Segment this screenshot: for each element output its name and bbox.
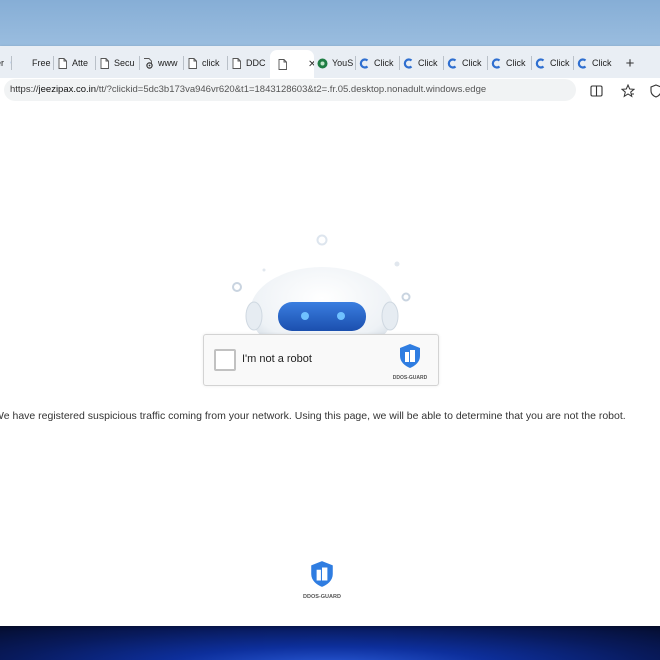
- tab-4[interactable]: Secu: [98, 52, 140, 74]
- browser-window: er Free Atte Secu: [0, 46, 660, 626]
- blue-c-icon: [534, 57, 546, 69]
- page-icon: [230, 57, 242, 69]
- tab-label: YouS: [332, 58, 354, 68]
- tab-label: Atte: [72, 58, 89, 68]
- close-tab-icon[interactable]: ✕: [308, 59, 314, 70]
- tab-1[interactable]: er: [0, 52, 12, 74]
- new-tab-button[interactable]: +: [620, 52, 640, 74]
- footer-brand: DDOS-GUARD: [300, 560, 344, 600]
- tab-label: Click: [418, 58, 438, 68]
- page-icon: [276, 58, 288, 70]
- tab-label: DDC: [246, 58, 266, 68]
- blue-c-icon: [358, 57, 370, 69]
- split-screen-icon[interactable]: [588, 83, 604, 99]
- tab-9[interactable]: YouS: [316, 52, 356, 74]
- page-icon: [186, 57, 198, 69]
- settings-page-icon: [142, 57, 154, 69]
- tab-15[interactable]: Click: [576, 52, 616, 74]
- ddos-guard-shield-icon: [400, 344, 420, 368]
- page-icon: [98, 57, 110, 69]
- tab-5[interactable]: www: [142, 52, 184, 74]
- tab-11[interactable]: Click: [402, 52, 444, 74]
- address-bar[interactable]: https://jeezipax.co.in/tt/?clickid=5dc3b…: [4, 79, 576, 101]
- url-path: /tt/?clickid=5dc3b173va946vr620&t1=18431…: [96, 84, 487, 95]
- page-icon: [56, 57, 68, 69]
- desktop-wallpaper-bottom: [0, 626, 660, 660]
- tab-12[interactable]: Click: [446, 52, 488, 74]
- page-content: I'm not a robot DDOS-GUARD We have regis…: [0, 104, 660, 626]
- footer-brand-text: DDOS-GUARD: [303, 594, 341, 600]
- captcha-brand: DDOS-GUARD: [388, 343, 432, 381]
- blue-c-icon: [446, 57, 458, 69]
- captcha-widget: I'm not a robot DDOS-GUARD: [203, 334, 439, 386]
- tab-14[interactable]: Click: [534, 52, 574, 74]
- tab-label: Free: [32, 58, 51, 68]
- captcha-checkbox[interactable]: [214, 349, 236, 371]
- suspicious-traffic-message: We have registered suspicious traffic co…: [0, 410, 626, 422]
- tab-strip: er Free Atte Secu: [0, 46, 660, 78]
- tab-label: Click: [550, 58, 570, 68]
- tab-label: Secu: [114, 58, 135, 68]
- tab-label: Click: [506, 58, 526, 68]
- ddos-guard-logo-icon: [311, 561, 333, 587]
- favorites-star-icon[interactable]: [620, 83, 636, 99]
- tab-active[interactable]: ✕: [270, 50, 314, 78]
- url-domain: jeezipax.co.in: [38, 84, 97, 95]
- url-prefix: https://: [10, 84, 39, 95]
- blue-c-icon: [490, 57, 502, 69]
- tab-label: Click: [592, 58, 612, 68]
- captcha-label: I'm not a robot: [242, 353, 312, 365]
- tab-label: Click: [462, 58, 482, 68]
- tab-10[interactable]: Click: [358, 52, 400, 74]
- tab-7[interactable]: DDC: [230, 52, 270, 74]
- tab-label: www: [158, 58, 178, 68]
- tab-2[interactable]: Free: [14, 52, 54, 74]
- captcha-brand-text: DDOS-GUARD: [392, 375, 428, 381]
- green-circle-icon: [316, 57, 328, 69]
- tab-3[interactable]: Atte: [56, 52, 96, 74]
- blue-c-icon: [576, 57, 588, 69]
- address-bar-row: https://jeezipax.co.in/tt/?clickid=5dc3b…: [0, 78, 660, 104]
- plus-icon: +: [625, 54, 635, 72]
- tab-label: Click: [374, 58, 394, 68]
- tab-label: click: [202, 58, 220, 68]
- blue-c-icon: [402, 57, 414, 69]
- tab-13[interactable]: Click: [490, 52, 532, 74]
- tab-6[interactable]: click: [186, 52, 228, 74]
- shield-icon[interactable]: [648, 83, 660, 99]
- tab-label: er: [0, 58, 5, 68]
